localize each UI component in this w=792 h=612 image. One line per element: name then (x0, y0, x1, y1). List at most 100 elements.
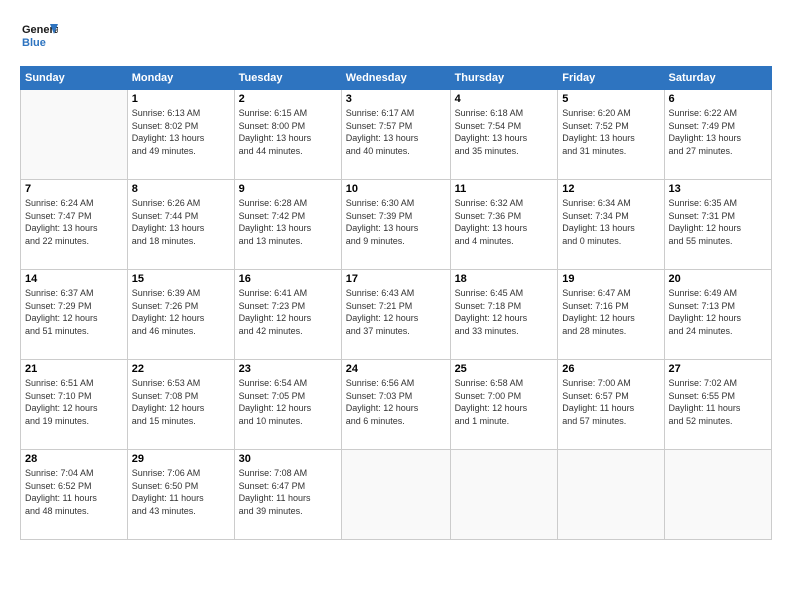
day-cell: 5 Sunrise: 6:20 AM Sunset: 7:52 PM Daylig… (558, 90, 664, 180)
day-cell: 13 Sunrise: 6:35 AM Sunset: 7:31 PM Dayli… (664, 180, 771, 270)
weekday-header-monday: Monday (127, 67, 234, 90)
day-cell: 16 Sunrise: 6:41 AM Sunset: 7:23 PM Dayli… (234, 270, 341, 360)
day-number: 27 (669, 363, 767, 375)
day-cell: 21 Sunrise: 6:51 AM Sunset: 7:10 PM Dayli… (21, 360, 128, 450)
day-info: Sunrise: 6:54 AM Sunset: 7:05 PM Dayligh… (239, 377, 337, 427)
week-row-5: 28 Sunrise: 7:04 AM Sunset: 6:52 PM Dayli… (21, 450, 772, 540)
day-cell: 19 Sunrise: 6:47 AM Sunset: 7:16 PM Dayli… (558, 270, 664, 360)
day-cell: 12Sunrise: 6:34 AM Sunset: 7:34 PM Dayli… (558, 180, 664, 270)
day-number: 26 (562, 363, 659, 375)
day-info: Sunrise: 6:28 AM Sunset: 7:42 PM Dayligh… (239, 197, 337, 247)
day-info: Sunrise: 7:08 AM Sunset: 6:47 PM Dayligh… (239, 467, 337, 517)
day-number: 18 (455, 273, 554, 285)
day-number: 28 (25, 453, 123, 465)
day-number: 1 (132, 93, 230, 105)
day-cell: 15Sunrise: 6:39 AM Sunset: 7:26 PM Dayli… (127, 270, 234, 360)
day-number: 9 (239, 183, 337, 195)
weekday-header-row: SundayMondayTuesdayWednesdayThursdayFrid… (21, 67, 772, 90)
day-cell: 14 Sunrise: 6:37 AM Sunset: 7:29 PM Dayli… (21, 270, 128, 360)
day-number: 21 (25, 363, 123, 375)
day-number: 30 (239, 453, 337, 465)
day-cell: 23 Sunrise: 6:54 AM Sunset: 7:05 PM Dayli… (234, 360, 341, 450)
day-number: 14 (25, 273, 123, 285)
day-info: Sunrise: 7:02 AM Sunset: 6:55 PM Dayligh… (669, 377, 767, 427)
day-cell: 1Sunrise: 6:13 AM Sunset: 8:02 PM Daylig… (127, 90, 234, 180)
day-info: Sunrise: 6:39 AM Sunset: 7:26 PM Dayligh… (132, 287, 230, 337)
day-number: 10 (346, 183, 446, 195)
day-info: Sunrise: 6:24 AM Sunset: 7:47 PM Dayligh… (25, 197, 123, 247)
day-cell: 29Sunrise: 7:06 AM Sunset: 6:50 PM Dayli… (127, 450, 234, 540)
day-number: 3 (346, 93, 446, 105)
day-cell (558, 450, 664, 540)
day-number: 7 (25, 183, 123, 195)
weekday-header-wednesday: Wednesday (341, 67, 450, 90)
header: General Blue (20, 18, 772, 56)
day-info: Sunrise: 6:56 AM Sunset: 7:03 PM Dayligh… (346, 377, 446, 427)
day-number: 11 (455, 183, 554, 195)
day-number: 8 (132, 183, 230, 195)
day-info: Sunrise: 6:17 AM Sunset: 7:57 PM Dayligh… (346, 107, 446, 157)
day-cell: 17 Sunrise: 6:43 AM Sunset: 7:21 PM Dayli… (341, 270, 450, 360)
day-info: Sunrise: 6:45 AM Sunset: 7:18 PM Dayligh… (455, 287, 554, 337)
day-cell: 8 Sunrise: 6:26 AM Sunset: 7:44 PM Daylig… (127, 180, 234, 270)
day-cell (21, 90, 128, 180)
week-row-3: 14 Sunrise: 6:37 AM Sunset: 7:29 PM Dayli… (21, 270, 772, 360)
day-number: 17 (346, 273, 446, 285)
day-info: Sunrise: 6:49 AM Sunset: 7:13 PM Dayligh… (669, 287, 767, 337)
day-cell (664, 450, 771, 540)
day-info: Sunrise: 6:20 AM Sunset: 7:52 PM Dayligh… (562, 107, 659, 157)
day-cell: 24 Sunrise: 6:56 AM Sunset: 7:03 PM Dayli… (341, 360, 450, 450)
weekday-header-saturday: Saturday (664, 67, 771, 90)
logo: General Blue (20, 18, 58, 56)
day-cell: 2 Sunrise: 6:15 AM Sunset: 8:00 PM Daylig… (234, 90, 341, 180)
day-number: 23 (239, 363, 337, 375)
day-info: Sunrise: 7:00 AM Sunset: 6:57 PM Dayligh… (562, 377, 659, 427)
day-info: Sunrise: 6:15 AM Sunset: 8:00 PM Dayligh… (239, 107, 337, 157)
day-cell: 4 Sunrise: 6:18 AM Sunset: 7:54 PM Daylig… (450, 90, 558, 180)
day-number: 20 (669, 273, 767, 285)
day-info: Sunrise: 6:30 AM Sunset: 7:39 PM Dayligh… (346, 197, 446, 247)
day-number: 25 (455, 363, 554, 375)
day-cell: 28 Sunrise: 7:04 AM Sunset: 6:52 PM Dayli… (21, 450, 128, 540)
day-cell: 20 Sunrise: 6:49 AM Sunset: 7:13 PM Dayli… (664, 270, 771, 360)
day-cell: 10 Sunrise: 6:30 AM Sunset: 7:39 PM Dayli… (341, 180, 450, 270)
day-number: 2 (239, 93, 337, 105)
day-number: 13 (669, 183, 767, 195)
day-info: Sunrise: 6:37 AM Sunset: 7:29 PM Dayligh… (25, 287, 123, 337)
day-info: Sunrise: 6:53 AM Sunset: 7:08 PM Dayligh… (132, 377, 230, 427)
day-info: Sunrise: 6:43 AM Sunset: 7:21 PM Dayligh… (346, 287, 446, 337)
day-info: Sunrise: 6:35 AM Sunset: 7:31 PM Dayligh… (669, 197, 767, 247)
day-info: Sunrise: 6:18 AM Sunset: 7:54 PM Dayligh… (455, 107, 554, 157)
day-info: Sunrise: 7:04 AM Sunset: 6:52 PM Dayligh… (25, 467, 123, 517)
day-cell: 18 Sunrise: 6:45 AM Sunset: 7:18 PM Dayli… (450, 270, 558, 360)
day-number: 19 (562, 273, 659, 285)
day-number: 29 (132, 453, 230, 465)
day-info: Sunrise: 6:51 AM Sunset: 7:10 PM Dayligh… (25, 377, 123, 427)
weekday-header-friday: Friday (558, 67, 664, 90)
calendar: SundayMondayTuesdayWednesdayThursdayFrid… (20, 66, 772, 540)
week-row-2: 7 Sunrise: 6:24 AM Sunset: 7:47 PM Daylig… (21, 180, 772, 270)
day-number: 12 (562, 183, 659, 195)
day-info: Sunrise: 6:41 AM Sunset: 7:23 PM Dayligh… (239, 287, 337, 337)
day-cell: 26 Sunrise: 7:00 AM Sunset: 6:57 PM Dayli… (558, 360, 664, 450)
day-number: 6 (669, 93, 767, 105)
day-cell: 6 Sunrise: 6:22 AM Sunset: 7:49 PM Daylig… (664, 90, 771, 180)
day-cell (341, 450, 450, 540)
day-info: Sunrise: 6:22 AM Sunset: 7:49 PM Dayligh… (669, 107, 767, 157)
day-cell: 27 Sunrise: 7:02 AM Sunset: 6:55 PM Dayli… (664, 360, 771, 450)
week-row-4: 21 Sunrise: 6:51 AM Sunset: 7:10 PM Dayli… (21, 360, 772, 450)
day-number: 22 (132, 363, 230, 375)
day-info: Sunrise: 6:47 AM Sunset: 7:16 PM Dayligh… (562, 287, 659, 337)
day-cell: 9 Sunrise: 6:28 AM Sunset: 7:42 PM Daylig… (234, 180, 341, 270)
day-number: 5 (562, 93, 659, 105)
logo-svg: General Blue (20, 18, 58, 56)
day-info: Sunrise: 6:26 AM Sunset: 7:44 PM Dayligh… (132, 197, 230, 247)
weekday-header-thursday: Thursday (450, 67, 558, 90)
day-info: Sunrise: 6:58 AM Sunset: 7:00 PM Dayligh… (455, 377, 554, 427)
day-cell: 7 Sunrise: 6:24 AM Sunset: 7:47 PM Daylig… (21, 180, 128, 270)
svg-text:Blue: Blue (22, 37, 46, 49)
day-number: 16 (239, 273, 337, 285)
day-number: 4 (455, 93, 554, 105)
day-number: 24 (346, 363, 446, 375)
page: General Blue SundayMondayTuesdayWednesda… (0, 0, 792, 612)
